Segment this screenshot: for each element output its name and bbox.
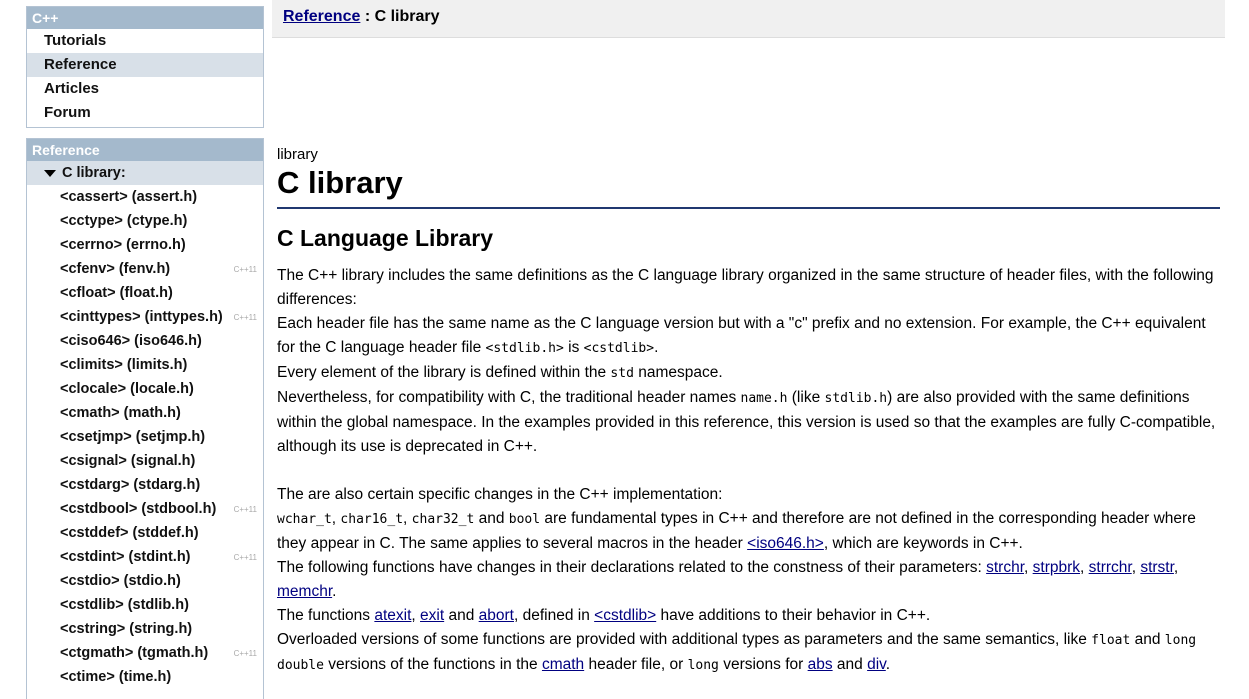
nav-reference-item[interactable]: <cfenv> (fenv.h) C++11: [27, 257, 263, 281]
link-strstr[interactable]: strstr: [1140, 559, 1174, 576]
link-strrchr[interactable]: strrchr: [1089, 559, 1132, 576]
nav-main-box: C++ Tutorials Reference Articles Forum: [26, 6, 264, 128]
nav-reference-item[interactable]: <ctgmath> (tgmath.h) C++11: [27, 641, 263, 665]
nav-reference-item-label: <cfenv> (fenv.h): [60, 261, 171, 277]
nav-reference-item-label: <cassert> (assert.h): [60, 189, 198, 205]
nav-reference-item[interactable]: <cstdint> (stdint.h) C++11: [27, 545, 263, 569]
link-cmath[interactable]: cmath: [542, 656, 584, 673]
nav-reference-list: <cassert> (assert.h) <cctype> (ctype.h) <c…: [27, 185, 263, 689]
code-stdlib-h: <stdlib.h>: [485, 341, 564, 356]
nav-reference-item-label: <cstddef> (stddef.h): [60, 525, 199, 541]
nav-reference-item-label: <csetjmp> (setjmp.h): [60, 429, 206, 445]
nav-reference-item-label: <ctime> (time.h): [60, 669, 172, 685]
nav-item-articles[interactable]: Articles: [27, 77, 263, 101]
nav-reference-item[interactable]: <csetjmp> (setjmp.h): [27, 425, 263, 449]
link-memchr[interactable]: memchr: [277, 583, 332, 600]
link-strchr[interactable]: strchr: [986, 559, 1024, 576]
link-strpbrk[interactable]: strpbrk: [1033, 559, 1080, 576]
para-6: wchar_t, char16_t, char32_t and bool are…: [277, 510, 1196, 552]
nav-item-c-library[interactable]: C library:: [27, 161, 263, 185]
nav-reference-item-label: <cctype> (ctype.h): [60, 213, 188, 229]
nav-reference-item-label: <cstdbool> (stdbool.h): [60, 501, 217, 517]
code-name-h: name.h: [740, 391, 788, 406]
nav-reference-item-label: <cstring> (string.h): [60, 621, 193, 637]
nav-reference-title: Reference: [27, 139, 263, 161]
para-3: Every element of the library is defined …: [277, 364, 723, 381]
nav-reference-item[interactable]: <cstdio> (stdio.h): [27, 569, 263, 593]
cpp11-badge: C++11: [233, 313, 257, 322]
nav-reference-item-label: <climits> (limits.h): [60, 357, 188, 373]
cpp11-badge: C++11: [233, 649, 257, 658]
para-7: The following functions have changes in …: [277, 559, 1179, 600]
nav-reference-item[interactable]: <cinttypes> (inttypes.h) C++11: [27, 305, 263, 329]
cpp11-badge: C++11: [233, 553, 257, 562]
nav-reference-item[interactable]: <cstdlib> (stdlib.h): [27, 593, 263, 617]
nav-reference-item[interactable]: <cmath> (math.h): [27, 401, 263, 425]
para-1: The C++ library includes the same defini…: [277, 267, 1214, 308]
breadcrumb-separator: :: [360, 8, 375, 25]
main-content: library C library C Language Library The…: [277, 140, 1220, 678]
nav-item-c-library-label: C library:: [62, 165, 126, 181]
nav-reference-item[interactable]: <cctype> (ctype.h): [27, 209, 263, 233]
para-4: Nevertheless, for compatibility with C, …: [277, 389, 1216, 455]
nav-reference-item-label: <csignal> (signal.h): [60, 453, 196, 469]
link-exit[interactable]: exit: [420, 607, 444, 624]
nav-reference-item[interactable]: <cstdbool> (stdbool.h) C++11: [27, 497, 263, 521]
nav-item-reference[interactable]: Reference: [27, 53, 263, 77]
code-cstdlib: <cstdlib>: [583, 341, 655, 356]
nav-reference-item-label: <ciso646> (iso646.h): [60, 333, 202, 349]
nav-reference-item-label: <cinttypes> (inttypes.h): [60, 309, 223, 325]
nav-reference-item-label: <cmath> (math.h): [60, 405, 181, 421]
link-iso646-h[interactable]: <iso646.h>: [747, 535, 824, 552]
breadcrumb-link-reference[interactable]: Reference: [283, 8, 360, 25]
para-9: Overloaded versions of some functions ar…: [277, 631, 1197, 673]
cpp11-badge: C++11: [233, 265, 257, 274]
nav-reference-item[interactable]: <cstddef> (stddef.h): [27, 521, 263, 545]
nav-reference-item-label: <clocale> (locale.h): [60, 381, 194, 397]
nav-reference-item[interactable]: <ctime> (time.h): [27, 665, 263, 689]
nav-reference-item-label: <ctgmath> (tgmath.h): [60, 645, 209, 661]
page-kicker: library: [277, 146, 318, 163]
code-std: std: [610, 366, 634, 381]
cpp11-badge: C++11: [233, 505, 257, 514]
nav-reference-box: Reference C library: <cassert> (assert.h…: [26, 138, 264, 699]
nav-reference-item[interactable]: <csignal> (signal.h): [27, 449, 263, 473]
link-cstdlib[interactable]: <cstdlib>: [594, 607, 656, 624]
nav-item-forum[interactable]: Forum: [27, 101, 263, 125]
expand-triangle-icon[interactable]: [44, 169, 56, 177]
nav-reference-item[interactable]: <cerrno> (errno.h): [27, 233, 263, 257]
nav-main-title: C++: [27, 7, 263, 29]
nav-reference-item-label: <cstdlib> (stdlib.h): [60, 597, 189, 613]
para-8: The functions atexit, exit and abort, de…: [277, 607, 931, 624]
nav-reference-item-label: <cstdio> (stdio.h): [60, 573, 181, 589]
nav-reference-item-label: <cstdarg> (stdarg.h): [60, 477, 201, 493]
nav-reference-item[interactable]: <cstring> (string.h): [27, 617, 263, 641]
nav-reference-item[interactable]: <climits> (limits.h): [27, 353, 263, 377]
link-div[interactable]: div: [867, 656, 886, 673]
nav-reference-item-label: <cstdint> (stdint.h): [60, 549, 191, 565]
code-stdlib-h-2: stdlib.h: [824, 391, 888, 406]
breadcrumb-current: C library: [374, 8, 440, 25]
para-5: The are also certain specific changes in…: [277, 486, 723, 503]
breadcrumb-bar: Reference : C library: [272, 0, 1225, 38]
nav-reference-item[interactable]: <ciso646> (iso646.h): [27, 329, 263, 353]
nav-reference-item-label: <cerrno> (errno.h): [60, 237, 186, 253]
para-2: Each header file has the same name as th…: [277, 315, 1206, 356]
link-atexit[interactable]: atexit: [374, 607, 411, 624]
nav-reference-item[interactable]: <clocale> (locale.h): [27, 377, 263, 401]
intro-paragraph: The C++ library includes the same defini…: [277, 264, 1220, 678]
breadcrumb: Reference : C library: [283, 8, 440, 26]
link-abort[interactable]: abort: [479, 607, 514, 624]
nav-reference-item-label: <cfloat> (float.h): [60, 285, 173, 301]
nav-reference-item[interactable]: <cstdarg> (stdarg.h): [27, 473, 263, 497]
link-abs[interactable]: abs: [808, 656, 833, 673]
page-title: C library: [277, 165, 1220, 209]
nav-item-tutorials[interactable]: Tutorials: [27, 29, 263, 53]
nav-reference-item[interactable]: <cfloat> (float.h): [27, 281, 263, 305]
nav-reference-item[interactable]: <cassert> (assert.h): [27, 185, 263, 209]
section-title: C Language Library: [277, 225, 493, 251]
